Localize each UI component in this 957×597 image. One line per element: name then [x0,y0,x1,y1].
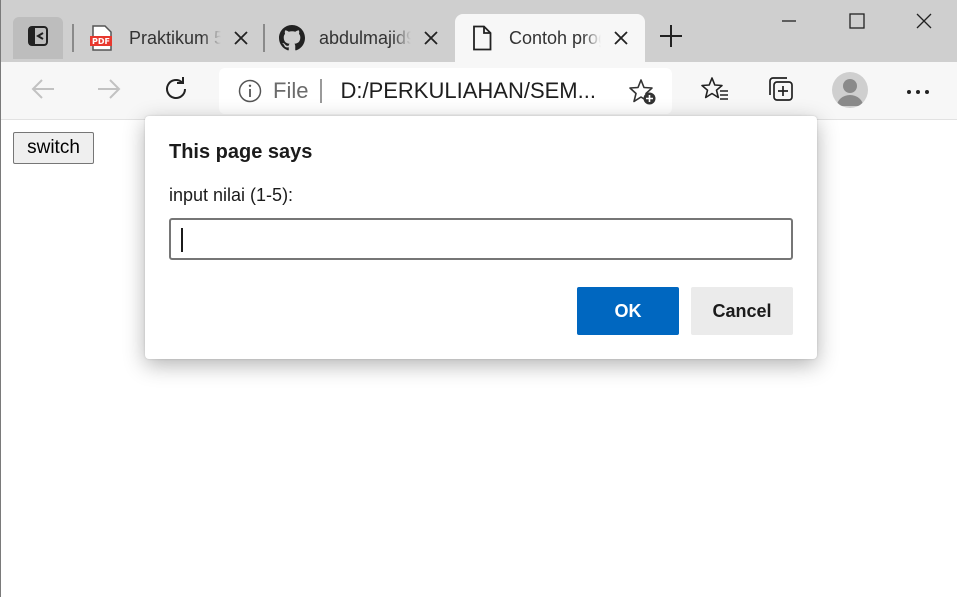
browser-window: PDF Praktikum 5 abdulmajid9 Contoh prog [0,0,957,597]
tab-title: abdulmajid9 [319,27,411,48]
refresh-button[interactable] [156,72,196,110]
info-icon[interactable] [237,78,263,104]
arrow-right-icon [96,78,122,105]
favorites-icon [701,76,729,107]
plus-icon [659,24,683,53]
tab-title: Contoh prog [509,27,601,48]
prompt-input[interactable] [169,218,793,260]
tab-separator [72,24,74,52]
browser-toolbar: File D:/PERKULIAHAN/SEM... [1,62,957,120]
close-icon[interactable] [229,26,253,50]
ok-button[interactable]: OK [577,287,679,335]
minimize-icon [781,13,797,34]
back-button[interactable] [23,72,63,110]
add-favorite-icon[interactable] [628,77,658,107]
cancel-button[interactable]: Cancel [691,287,793,335]
pdf-icon: PDF [89,25,115,51]
switch-button[interactable]: switch [13,132,94,164]
new-tab-button[interactable] [653,20,689,56]
tab-praktikum[interactable]: PDF Praktikum 5 [89,14,253,62]
arrow-left-icon [30,78,56,105]
tab-actions-icon [27,25,49,52]
address-url[interactable]: D:/PERKULIAHAN/SEM... [340,78,602,104]
svg-text:PDF: PDF [92,37,110,46]
page-icon [469,25,495,51]
close-icon [916,13,932,34]
tab-actions-button[interactable] [13,17,63,59]
more-button[interactable] [898,72,938,110]
dialog-title: This page says [169,141,313,163]
tab-bar: PDF Praktikum 5 abdulmajid9 Contoh prog [1,0,957,62]
favorites-button[interactable] [695,72,735,110]
tab-title: Praktikum 5 [129,27,221,48]
address-scheme: File [273,78,309,103]
profile-avatar[interactable] [832,72,868,108]
prompt-dialog: This page says input nilai (1-5): OK Can… [145,116,817,359]
forward-button[interactable] [89,72,129,110]
address-divider [320,79,323,103]
address-bar[interactable]: File D:/PERKULIAHAN/SEM... [219,68,672,114]
minimize-button[interactable] [755,0,823,46]
tab-contoh[interactable]: Contoh prog [455,14,645,62]
close-icon[interactable] [609,26,633,50]
window-close-button[interactable] [890,0,957,46]
tab-github[interactable]: abdulmajid9 [279,14,443,62]
github-icon [279,25,305,51]
tab-separator [263,24,265,52]
refresh-icon [163,76,189,107]
more-icon [906,82,930,100]
maximize-button[interactable] [823,0,891,46]
collections-icon [767,75,795,108]
maximize-icon [849,12,865,34]
close-icon[interactable] [419,26,443,50]
dialog-message: input nilai (1-5): [169,185,294,205]
collections-button[interactable] [761,72,801,110]
text-caret [181,228,183,252]
